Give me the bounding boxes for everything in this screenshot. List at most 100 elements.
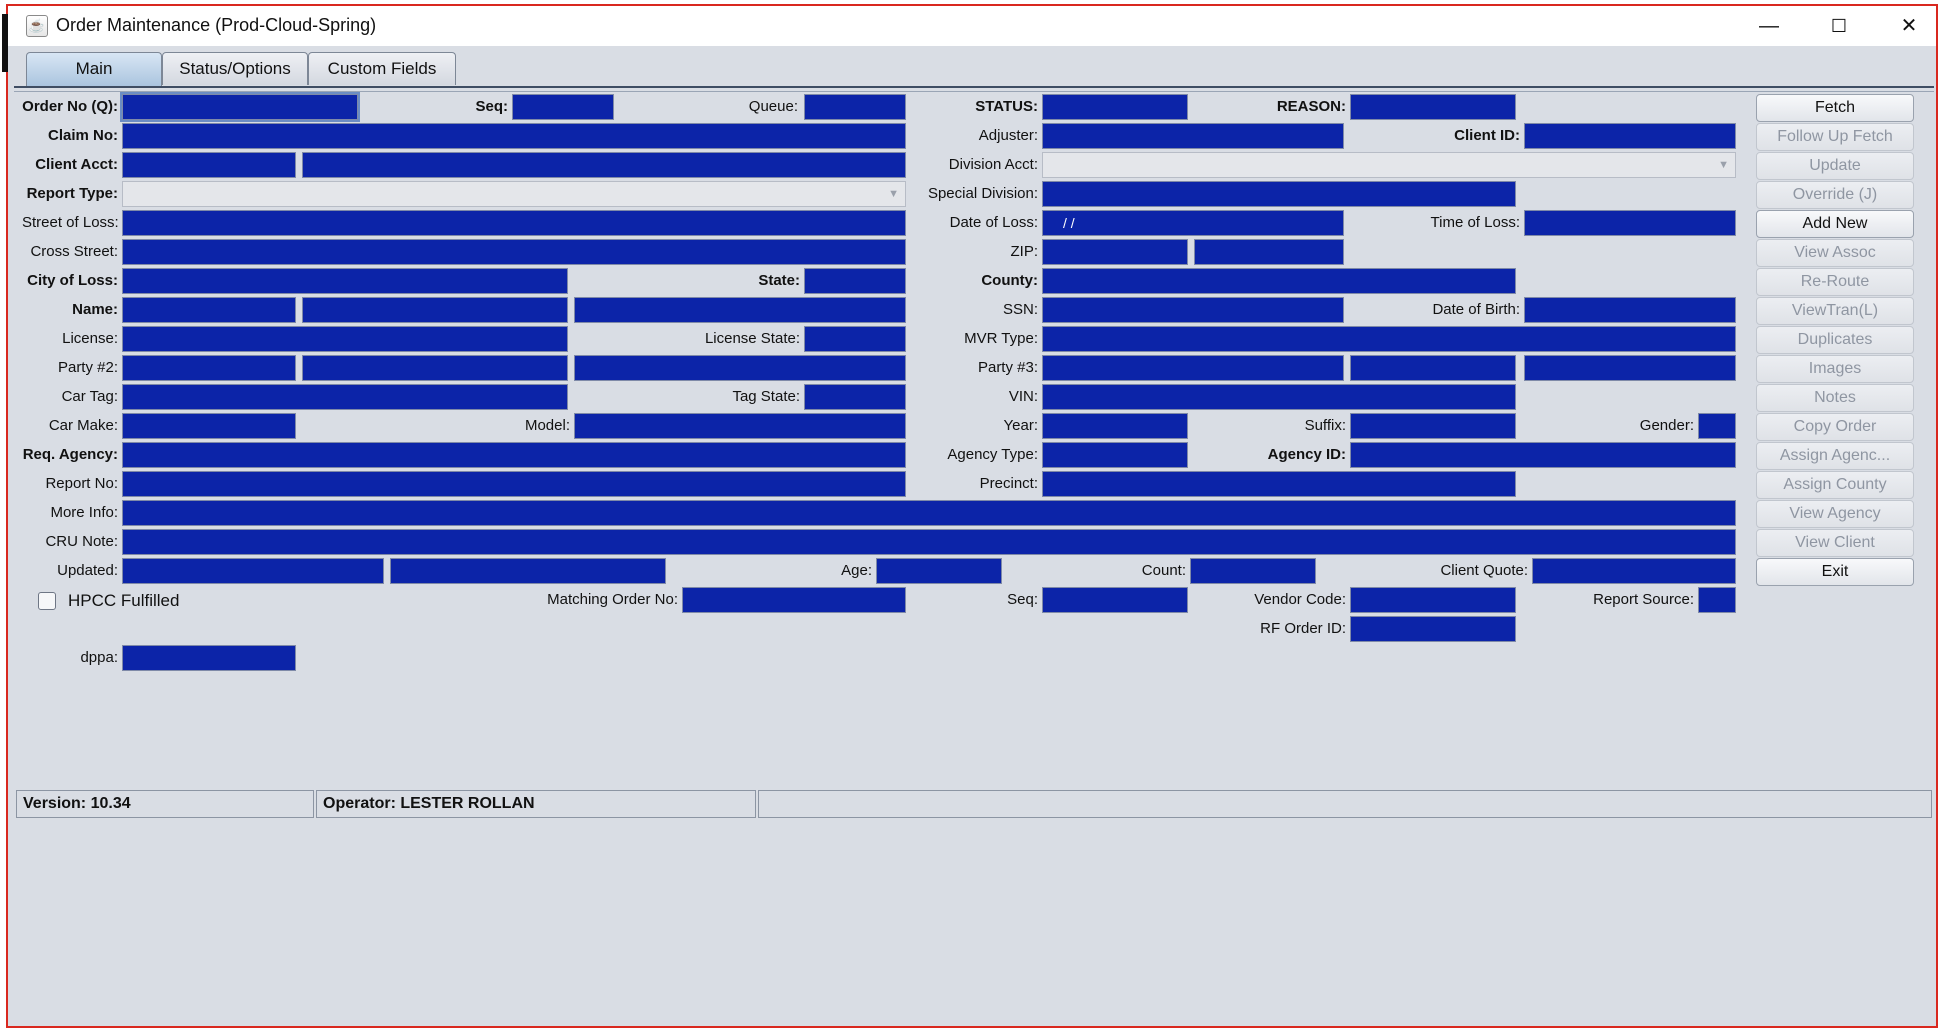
matching-order-no-field[interactable]	[682, 587, 906, 613]
vin-field[interactable]	[1042, 384, 1516, 410]
notes-button[interactable]: Notes	[1756, 384, 1914, 412]
window-title: Order Maintenance (Prod-Cloud-Spring)	[56, 15, 377, 35]
rf-order-id-field[interactable]	[1350, 616, 1516, 642]
images-button[interactable]: Images	[1756, 355, 1914, 383]
party2-last-field[interactable]	[574, 355, 906, 381]
adjuster-label: Adjuster:	[978, 127, 1038, 144]
seq-field[interactable]	[512, 94, 614, 120]
reason-field[interactable]	[1350, 94, 1516, 120]
tab-status-options[interactable]: Status/Options	[162, 52, 308, 85]
division-acct-dropdown[interactable]: ▼	[1042, 152, 1736, 178]
year-field[interactable]	[1042, 413, 1188, 439]
age-label: Age:	[841, 562, 872, 579]
special-division-field[interactable]	[1042, 181, 1516, 207]
assign-county-button[interactable]: Assign County	[1756, 471, 1914, 499]
exit-button[interactable]: Exit	[1756, 558, 1914, 586]
zip-field[interactable]	[1042, 239, 1188, 265]
date-of-birth-field[interactable]	[1524, 297, 1736, 323]
party3-first-field[interactable]	[1042, 355, 1344, 381]
license-field[interactable]	[122, 326, 568, 352]
minimize-button[interactable]: —	[1734, 6, 1804, 46]
agency-id-field[interactable]	[1350, 442, 1736, 468]
cross-street-field[interactable]	[122, 239, 906, 265]
party2-middle-field[interactable]	[302, 355, 568, 381]
party3-last-field[interactable]	[1524, 355, 1736, 381]
dppa-field[interactable]	[122, 645, 296, 671]
agency-type-field[interactable]	[1042, 442, 1188, 468]
copy-order-button[interactable]: Copy Order	[1756, 413, 1914, 441]
name-middle-field[interactable]	[302, 297, 568, 323]
order-no-field[interactable]	[120, 92, 360, 122]
client-acct-field[interactable]	[122, 152, 296, 178]
special-division-label: Special Division:	[927, 185, 1038, 202]
report-no-field[interactable]	[122, 471, 906, 497]
view-tran-button[interactable]: ViewTran(L)	[1756, 297, 1914, 325]
city-of-loss-field[interactable]	[122, 268, 568, 294]
date-of-loss-field[interactable]: / /	[1042, 210, 1344, 236]
age-field[interactable]	[876, 558, 1002, 584]
precinct-field[interactable]	[1042, 471, 1516, 497]
car-tag-field[interactable]	[122, 384, 568, 410]
match-seq-field[interactable]	[1042, 587, 1188, 613]
order-no-label: Order No (Q):	[22, 98, 118, 115]
tag-state-field[interactable]	[804, 384, 906, 410]
assign-agency-button[interactable]: Assign Agenc...	[1756, 442, 1914, 470]
status-bar: Version: 10.34 Operator: LESTER ROLLAN	[16, 790, 1932, 820]
vendor-code-field[interactable]	[1350, 587, 1516, 613]
queue-field[interactable]	[804, 94, 906, 120]
status-field[interactable]	[1042, 94, 1188, 120]
view-client-button[interactable]: View Client	[1756, 529, 1914, 557]
ssn-field[interactable]	[1042, 297, 1344, 323]
client-quote-field[interactable]	[1532, 558, 1736, 584]
car-make-field[interactable]	[122, 413, 296, 439]
matching-order-no-label: Matching Order No:	[547, 591, 678, 608]
req-agency-field[interactable]	[122, 442, 906, 468]
adjuster-field[interactable]	[1042, 123, 1344, 149]
view-agency-button[interactable]: View Agency	[1756, 500, 1914, 528]
report-source-field[interactable]	[1698, 587, 1736, 613]
zip-ext-field[interactable]	[1194, 239, 1344, 265]
reason-label: REASON:	[1276, 98, 1346, 115]
re-route-button[interactable]: Re-Route	[1756, 268, 1914, 296]
version-status: Version: 10.34	[16, 790, 314, 818]
name-first-field[interactable]	[122, 297, 296, 323]
license-state-label: License State:	[704, 330, 800, 347]
county-field[interactable]	[1042, 268, 1516, 294]
model-field[interactable]	[574, 413, 906, 439]
more-info-field[interactable]	[122, 500, 1736, 526]
name-last-field[interactable]	[574, 297, 906, 323]
follow-up-fetch-button[interactable]: Follow Up Fetch	[1756, 123, 1914, 151]
cru-note-field[interactable]	[122, 529, 1736, 555]
override-button[interactable]: Override (J)	[1756, 181, 1914, 209]
updated-date-field[interactable]	[122, 558, 384, 584]
tab-main[interactable]: Main	[26, 52, 162, 87]
updated-by-field[interactable]	[390, 558, 666, 584]
report-type-dropdown[interactable]: ▼	[122, 181, 906, 207]
client-id-field[interactable]	[1524, 123, 1736, 149]
state-field[interactable]	[804, 268, 906, 294]
hpcc-fulfilled-checkbox[interactable]	[38, 592, 56, 610]
close-button[interactable]: ✕	[1874, 6, 1944, 46]
state-label: State:	[758, 272, 800, 289]
tab-custom-fields[interactable]: Custom Fields	[308, 52, 456, 85]
street-of-loss-field[interactable]	[122, 210, 906, 236]
update-button[interactable]: Update	[1756, 152, 1914, 180]
count-field[interactable]	[1190, 558, 1316, 584]
gender-field[interactable]	[1698, 413, 1736, 439]
fetch-button[interactable]: Fetch	[1756, 94, 1914, 122]
client-acct-name-field[interactable]	[302, 152, 906, 178]
add-new-button[interactable]: Add New	[1756, 210, 1914, 238]
mvr-type-label: MVR Type:	[964, 330, 1038, 347]
party3-middle-field[interactable]	[1350, 355, 1516, 381]
claim-no-field[interactable]	[122, 123, 906, 149]
view-assoc-button[interactable]: View Assoc	[1756, 239, 1914, 267]
duplicates-button[interactable]: Duplicates	[1756, 326, 1914, 354]
county-label: County:	[981, 272, 1038, 289]
maximize-button[interactable]: ☐	[1804, 6, 1874, 46]
party2-first-field[interactable]	[122, 355, 296, 381]
license-state-field[interactable]	[804, 326, 906, 352]
time-of-loss-field[interactable]	[1524, 210, 1736, 236]
mvr-type-field[interactable]	[1042, 326, 1736, 352]
cross-street-label: Cross Street:	[30, 243, 118, 260]
suffix-field[interactable]	[1350, 413, 1516, 439]
